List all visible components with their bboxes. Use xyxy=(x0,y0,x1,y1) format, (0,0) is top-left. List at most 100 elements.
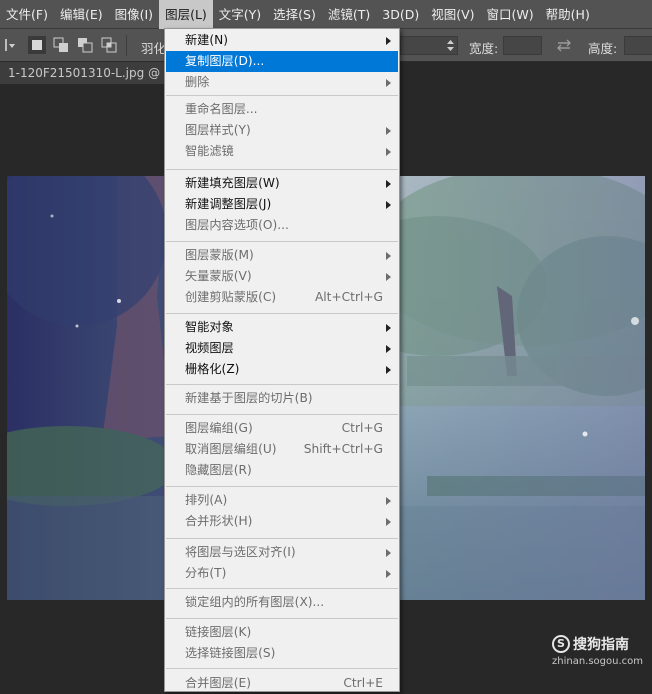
submenu-arrow-icon xyxy=(386,497,391,505)
options-divider xyxy=(126,35,127,56)
submenu-arrow-icon xyxy=(386,252,391,260)
new-selection-icon[interactable] xyxy=(28,36,46,54)
layer-menu-item: 图层蒙版(M) xyxy=(166,245,398,266)
menu-separator xyxy=(166,169,398,170)
layer-menu-item[interactable]: 视频图层 xyxy=(166,338,398,359)
menu-filter[interactable]: 滤镜(T) xyxy=(322,0,376,29)
layer-menu-item: 重命名图层... xyxy=(166,99,398,120)
feather-label: 羽化 xyxy=(141,41,167,56)
menu-separator xyxy=(166,588,398,589)
tool-preset-dropdown-icon[interactable] xyxy=(4,36,16,54)
layer-menu-item: 链接图层(K) xyxy=(166,622,398,643)
menu-item-label: 新建基于图层的切片(B) xyxy=(185,391,313,405)
menu-item-label: 取消图层编组(U) xyxy=(185,442,277,456)
layer-menu-item: 图层样式(Y) xyxy=(166,120,398,141)
menu-item-label: 隐藏图层(R) xyxy=(185,463,252,477)
layer-menu-item[interactable]: 智能对象 xyxy=(166,317,398,338)
watermark-brand: 搜狗指南 xyxy=(573,637,629,653)
layer-menu-item: 图层内容选项(O)... xyxy=(166,215,398,236)
height-input[interactable] xyxy=(624,36,652,55)
menu-item-label: 智能滤镜 xyxy=(185,144,234,158)
menu-item-label: 删除 xyxy=(185,75,210,89)
layer-menu-item[interactable]: 新建调整图层(J) xyxy=(166,194,398,215)
menu-item-label: 合并形状(H) xyxy=(185,514,253,528)
menu-item-label: 锁定组内的所有图层(X)... xyxy=(185,595,325,609)
add-to-selection-icon[interactable] xyxy=(52,36,70,54)
menu-item-shortcut: Shift+Ctrl+G xyxy=(303,442,383,456)
menu-bar: 文件(F) 编辑(E) 图像(I) 图层(L) 文字(Y) 选择(S) 滤镜(T… xyxy=(0,0,652,29)
menu-item-shortcut: Ctrl+E xyxy=(343,676,383,690)
menu-item-label: 排列(A) xyxy=(185,493,228,507)
swap-dimensions-icon[interactable] xyxy=(556,39,572,52)
menu-help[interactable]: 帮助(H) xyxy=(540,0,596,29)
width-input[interactable] xyxy=(503,36,542,55)
width-label: 宽度: xyxy=(469,41,499,56)
menu-item-label: 图层样式(Y) xyxy=(185,123,251,137)
submenu-arrow-icon xyxy=(386,549,391,557)
menu-item-label: 新建(N) xyxy=(185,33,229,47)
menu-view[interactable]: 视图(V) xyxy=(425,0,480,29)
watermark-site: zhinan.sogou.com xyxy=(552,656,644,667)
submenu-arrow-icon xyxy=(386,366,391,374)
menu-item-label: 矢量蒙版(V) xyxy=(185,269,252,283)
layer-menu-item: 新建基于图层的切片(B) xyxy=(166,388,398,409)
submenu-arrow-icon xyxy=(386,37,391,45)
up-down-arrows-icon xyxy=(447,40,454,51)
submenu-arrow-icon xyxy=(386,79,391,87)
menu-layer[interactable]: 图层(L) xyxy=(159,0,213,29)
sogou-logo-icon: S xyxy=(552,635,570,653)
layer-menu-item: 排列(A) xyxy=(166,490,398,511)
menu-type[interactable]: 文字(Y) xyxy=(213,0,267,29)
subtract-from-selection-icon[interactable] xyxy=(76,36,94,54)
menu-edit[interactable]: 编辑(E) xyxy=(54,0,109,29)
submenu-arrow-icon xyxy=(386,518,391,526)
menu-separator xyxy=(166,486,398,487)
layer-menu-item: 删除 xyxy=(166,72,398,93)
submenu-arrow-icon xyxy=(386,148,391,156)
menu-separator xyxy=(166,618,398,619)
layer-menu-item[interactable]: 复制图层(D)... xyxy=(166,51,398,72)
menu-separator xyxy=(166,384,398,385)
layer-menu-item: 智能滤镜 xyxy=(166,141,398,162)
layer-menu-item: 选择链接图层(S) xyxy=(166,643,398,664)
menu-select[interactable]: 选择(S) xyxy=(267,0,322,29)
menu-item-label: 图层内容选项(O)... xyxy=(185,218,289,232)
menu-item-label: 视频图层 xyxy=(185,341,234,355)
layer-menu-item[interactable]: 栅格化(Z) xyxy=(166,359,398,380)
layer-menu-item: 矢量蒙版(V) xyxy=(166,266,398,287)
submenu-arrow-icon xyxy=(386,570,391,578)
menu-item-label: 选择链接图层(S) xyxy=(185,646,276,660)
style-select[interactable] xyxy=(400,36,458,55)
layer-menu-item: 合并图层(E) Ctrl+E xyxy=(166,673,398,694)
menu-item-label: 创建剪贴蒙版(C) xyxy=(185,290,277,304)
intersect-selection-icon[interactable] xyxy=(100,36,118,54)
menu-item-label: 链接图层(K) xyxy=(185,625,252,639)
menu-item-label: 智能对象 xyxy=(185,320,234,334)
menu-item-label: 图层蒙版(M) xyxy=(185,248,254,262)
menu-item-label: 重命名图层... xyxy=(185,102,258,116)
layer-menu-item: 锁定组内的所有图层(X)... xyxy=(166,592,398,613)
menu-separator xyxy=(166,241,398,242)
layer-menu-item: 隐藏图层(R) xyxy=(166,460,398,481)
menu-separator xyxy=(166,95,398,96)
submenu-arrow-icon xyxy=(386,345,391,353)
layer-menu-item: 分布(T) xyxy=(166,563,398,584)
layer-menu-item[interactable]: 新建(N) xyxy=(166,30,398,51)
menu-image[interactable]: 图像(I) xyxy=(109,0,159,29)
menu-item-label: 图层编组(G) xyxy=(185,421,253,435)
layer-menu-item: 取消图层编组(U) Shift+Ctrl+G xyxy=(166,439,398,460)
menu-file[interactable]: 文件(F) xyxy=(0,0,54,29)
submenu-arrow-icon xyxy=(386,273,391,281)
menu-item-label: 分布(T) xyxy=(185,566,227,580)
height-label: 高度: xyxy=(588,41,618,56)
menu-3d[interactable]: 3D(D) xyxy=(376,0,425,29)
layer-menu-item: 将图层与选区对齐(I) xyxy=(166,542,398,563)
menu-separator xyxy=(166,414,398,415)
layer-menu-item[interactable]: 新建填充图层(W) xyxy=(166,173,398,194)
menu-window[interactable]: 窗口(W) xyxy=(481,0,540,29)
document-tab[interactable]: 1-120F21501310-L.jpg @ 1 xyxy=(0,62,170,84)
menu-item-shortcut: Alt+Ctrl+G xyxy=(314,290,383,304)
submenu-arrow-icon xyxy=(386,324,391,332)
layer-dropdown-menu: 新建(N) 复制图层(D)... 删除重命名图层... 图层样式(Y) 智能滤镜新建填充… xyxy=(164,28,400,692)
menu-separator xyxy=(166,313,398,314)
